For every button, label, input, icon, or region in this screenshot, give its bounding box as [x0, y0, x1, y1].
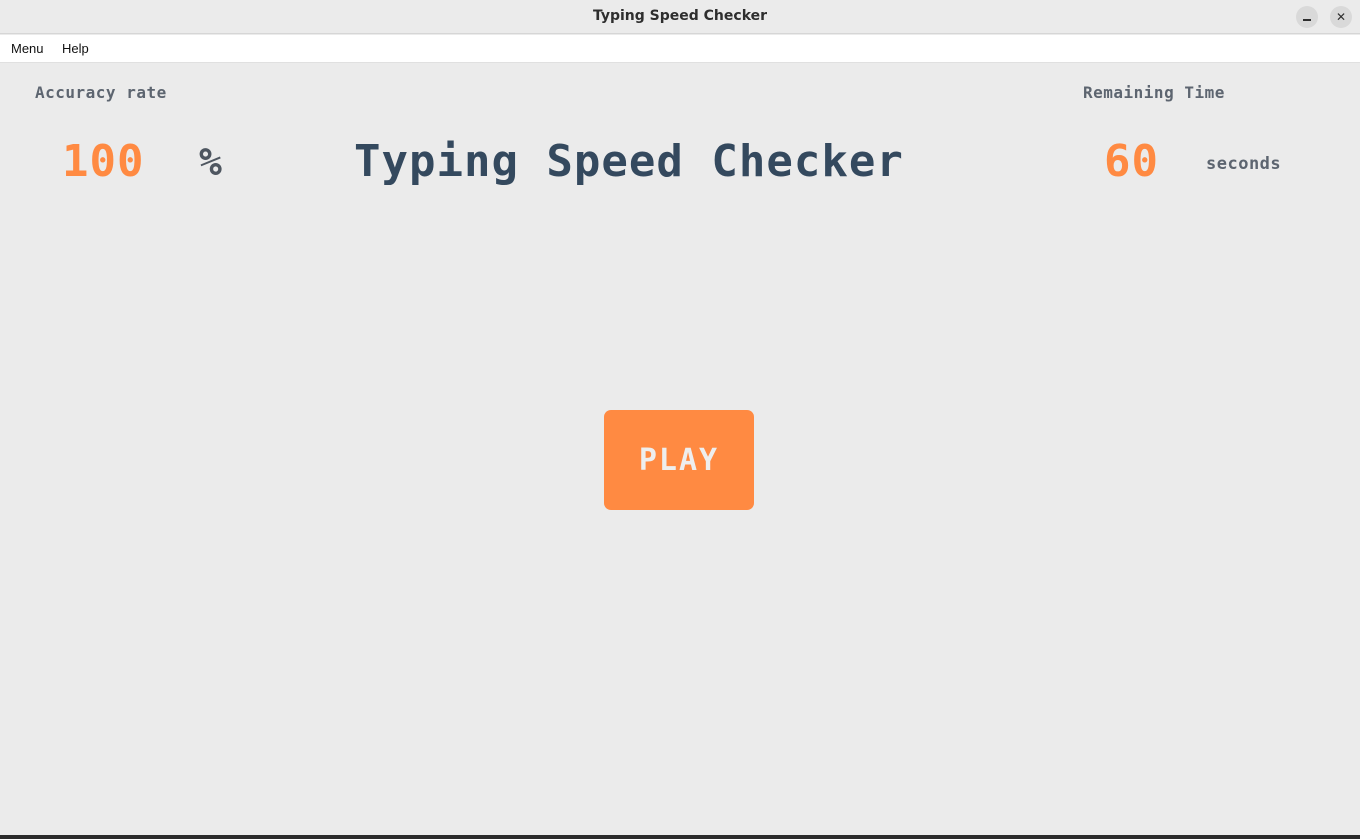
accuracy-value: 100: [62, 136, 145, 187]
menu-bar: Menu Help: [0, 35, 1360, 63]
window-title: Typing Speed Checker: [592, 8, 768, 24]
title-bar: Typing Speed Checker ✕: [0, 0, 1360, 34]
play-button[interactable]: PLAY: [604, 410, 754, 510]
remaining-time-unit: seconds: [1206, 154, 1282, 174]
remaining-time-value: 60: [1104, 136, 1159, 187]
close-icon: ✕: [1335, 10, 1347, 24]
page-title: Typing Speed Checker: [354, 136, 904, 187]
menu-item-help[interactable]: Help: [62, 41, 89, 56]
remaining-time-label: Remaining Time: [1083, 83, 1225, 102]
play-button-label: PLAY: [638, 442, 720, 478]
app-window: Typing Speed Checker ✕ Menu Help Accurac…: [0, 0, 1360, 835]
minimize-icon: [1303, 19, 1311, 21]
accuracy-label: Accuracy rate: [35, 83, 167, 102]
menu-item-menu[interactable]: Menu: [11, 41, 44, 56]
close-button[interactable]: ✕: [1330, 6, 1352, 28]
minimize-button[interactable]: [1296, 6, 1318, 28]
accuracy-unit: %: [199, 140, 222, 184]
